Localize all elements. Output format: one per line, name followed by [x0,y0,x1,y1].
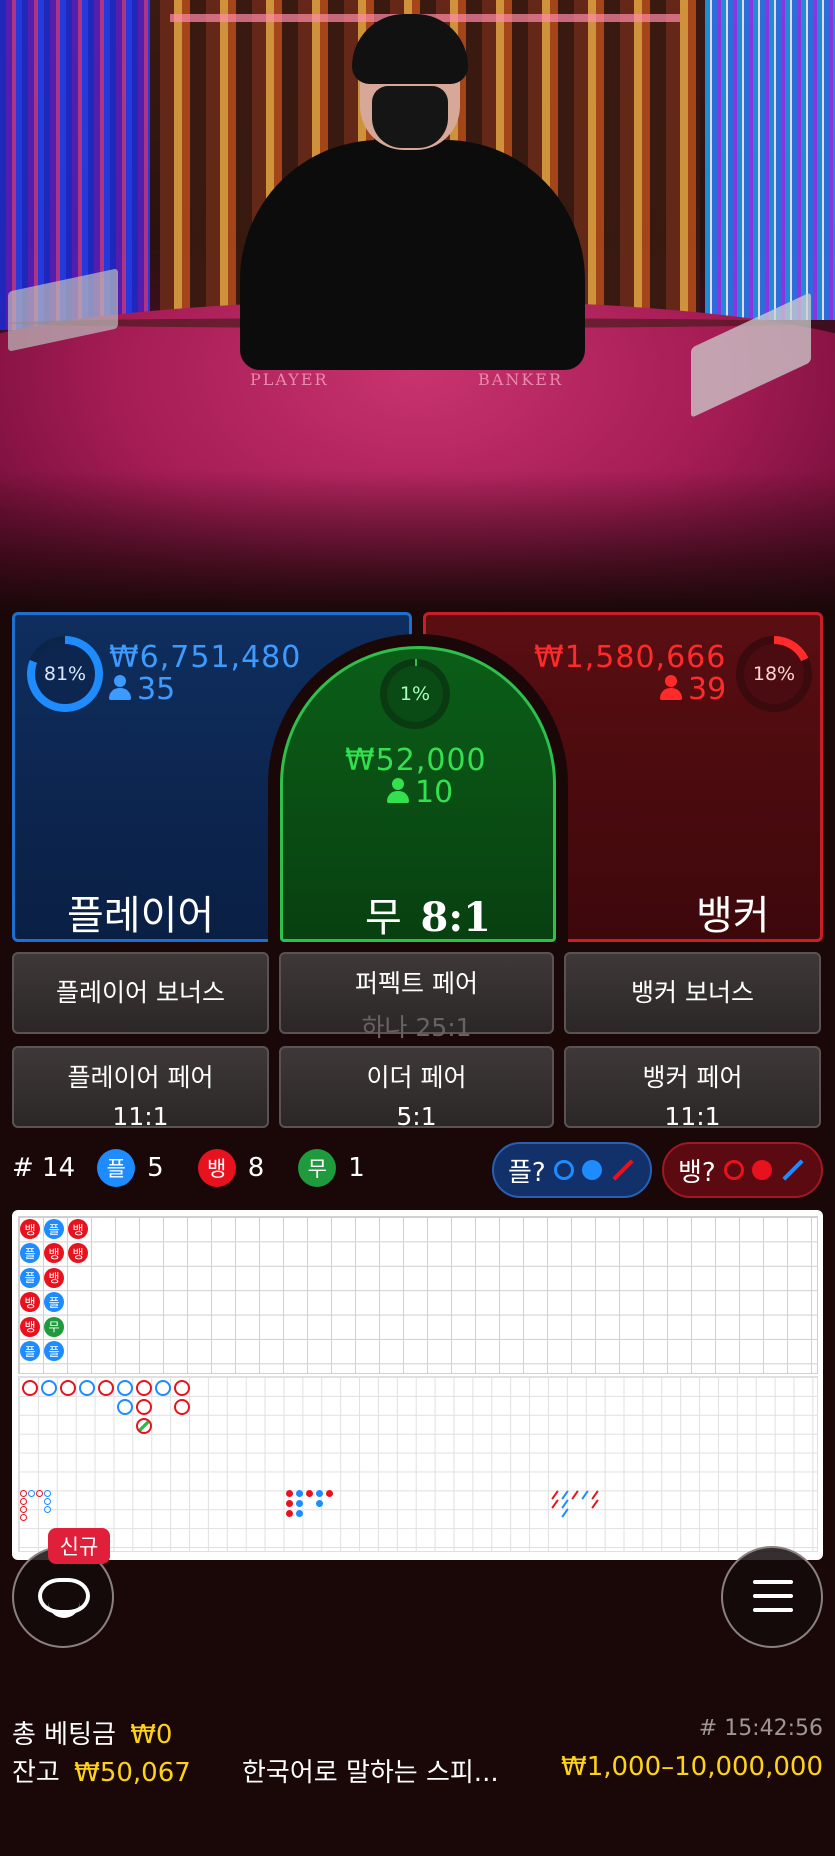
chat-icon [38,1578,90,1618]
cockroach-slash-icon [782,1159,804,1181]
bead-plate-mark: 뱅 [44,1267,64,1288]
player-chip: 플 [97,1149,136,1187]
person-icon [387,778,409,804]
person-icon [660,675,682,701]
bead-plate-mark: 플 [20,1267,40,1288]
new-badge: 신규 [48,1528,110,1564]
table-banker-text: BANKER [478,370,563,389]
big-road-mark [41,1380,57,1396]
player-bonus-button[interactable]: 플레이어 보너스 [12,952,269,1034]
banker-percent: 18% [744,644,804,704]
banker-label: 뱅커 [696,893,770,939]
total-bet-label: 총 베팅금 [12,1720,116,1750]
player-count: 35 [137,672,176,707]
big-road-ring-icon [553,1160,574,1180]
banker-percent-ring: 18% [736,636,812,712]
player-label: 플레이어 [67,893,215,939]
bead-plate-mark: 플 [44,1341,64,1361]
big-road-mark [136,1380,152,1396]
big-road-mark [79,1380,95,1396]
tie-count: 10 [415,775,454,810]
player-percent-ring: 81% [27,636,103,712]
big-road-mark [117,1399,133,1415]
player-win-count: 5 [147,1153,164,1183]
bead-plate-mark: 뱅 [68,1219,88,1239]
perfect-pair-button[interactable]: 퍼펙트 페어 하나 25:1 [279,952,554,1042]
balance-value: ₩50,067 [74,1758,191,1788]
balance-label: 잔고 [12,1758,60,1788]
big-road-mark [22,1380,38,1396]
big-road-mark [174,1399,190,1415]
table-name[interactable]: 한국어로 말하는 스피... [242,1752,499,1789]
banker-pair-button[interactable]: 뱅커 페어 11:1 [564,1046,821,1131]
tie-chip: 무 [298,1149,337,1187]
banker-count: 39 [688,672,727,707]
player-predict-button[interactable]: 플? [492,1142,652,1198]
big-road-mark [155,1380,171,1396]
big-eye-dot-icon [581,1160,602,1180]
big-road-mark [136,1399,152,1415]
big-road-mark [60,1380,76,1396]
total-bet-value: ₩0 [130,1720,173,1750]
live-video: PLAYER BANKER [0,0,835,612]
tie-bet-area[interactable]: 1% ₩52,000 10 무 8:1 [280,646,556,942]
bead-plate [18,1216,818,1374]
footer-bar: 총 베팅금 ₩0 # 15:42:56 잔고 ₩50,067 한국어로 말하는 … [0,1700,835,1856]
banker-amount: ₩1,580,666 [534,640,727,675]
bead-plate-mark: 플 [20,1341,40,1361]
tie-win-count: 1 [348,1153,365,1183]
bet-limit[interactable]: ₩1,000–10,000,000 [561,1752,823,1782]
bead-plate-mark: 무 [44,1316,64,1337]
big-road-mark [117,1380,133,1396]
big-road-ring-icon [723,1160,744,1180]
tie-percent: 1% [387,666,443,722]
tie-percent-ring: 1% [380,659,450,729]
big-road-mark [136,1418,152,1434]
big-road-mark [174,1380,190,1396]
led-wall-right [705,0,835,320]
person-icon [109,675,131,701]
big-road-mark [98,1380,114,1396]
either-pair-button[interactable]: 이더 페어 5:1 [279,1046,554,1131]
tie-payout: 8:1 [420,894,491,941]
bead-plate-mark: 뱅 [20,1316,40,1337]
round-stats: # 14 플 5 뱅 8 무 1 [12,1148,365,1188]
menu-button[interactable] [721,1546,823,1648]
round-time: # 15:42:56 [698,1716,823,1741]
roadmap[interactable]: 뱅플플뱅뱅플플뱅뱅플무플뱅뱅 [12,1210,823,1560]
tie-label: 무 [365,895,402,941]
bead-plate-mark: 뱅 [20,1219,40,1239]
player-pair-button[interactable]: 플레이어 페어 11:1 [12,1046,269,1131]
banker-predict-button[interactable]: 뱅? [662,1142,823,1198]
bead-plate-mark: 플 [44,1219,64,1239]
round-number: # 14 [12,1153,76,1183]
banker-chip: 뱅 [197,1149,236,1187]
tie-amount: ₩52,000 [345,743,487,778]
banker-bonus-button[interactable]: 뱅커 보너스 [564,952,821,1034]
banker-win-count: 8 [247,1153,265,1183]
player-amount: ₩6,751,480 [109,640,302,675]
big-eye-dot-icon [751,1160,772,1180]
table-player-text: PLAYER [250,370,329,389]
menu-icon [753,1580,793,1616]
cockroach-slash-icon [612,1159,634,1181]
player-percent: 81% [35,644,95,704]
dealer [240,140,585,370]
